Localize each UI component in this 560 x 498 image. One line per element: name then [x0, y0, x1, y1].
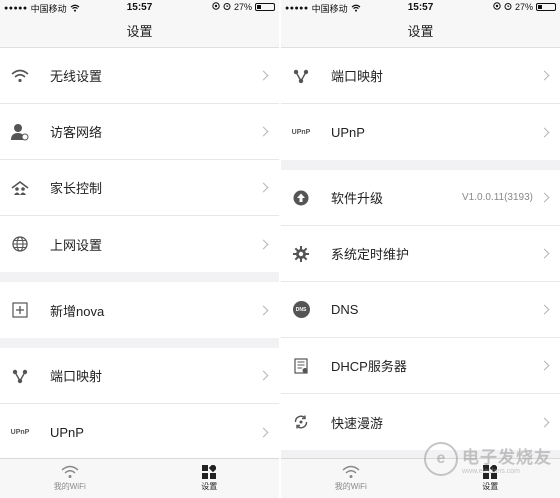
settings-row-add-nova[interactable]: 新增nova: [0, 282, 279, 338]
row-label: 软件升级: [331, 191, 384, 206]
settings-row-port-mapping[interactable]: 端口映射: [281, 48, 560, 104]
battery-percent: 27%: [233, 2, 252, 12]
settings-row-dns[interactable]: DNS DNS: [281, 282, 560, 338]
watermark-logo: e: [424, 442, 458, 476]
watermark: e 电子发烧友 www.elecfans.com: [424, 442, 552, 476]
settings-group: 端口映射 UPnP UPnP: [0, 348, 279, 460]
upnp-icon-text: UPnP: [10, 428, 30, 436]
row-label: UPnP: [50, 424, 84, 440]
settings-group: 软件升级 V1.0.0.11(3193) 系统定时维护 DNS DNS DHCP…: [281, 170, 560, 450]
chevron-right-icon: [258, 370, 269, 381]
dhcp-server-icon: [291, 356, 311, 376]
dns-icon-text: DNS: [295, 306, 307, 313]
watermark-url: www.elecfans.com: [462, 468, 520, 475]
right-phone-screen: ●●●●● 中国移动 15:57 27% 设置 端口映射 UPnP UPnP 软…: [281, 0, 560, 498]
settings-row-parental-control[interactable]: 家长控制: [0, 160, 279, 216]
chevron-right-icon: [258, 182, 269, 193]
parental-control-icon: [10, 178, 30, 198]
tab-label: 设置: [201, 482, 218, 491]
chevron-right-icon: [539, 248, 550, 259]
upnp-icon: UPnP: [10, 422, 30, 442]
dns-icon: DNS: [291, 300, 311, 320]
guest-user-icon: [10, 122, 30, 142]
chevron-right-icon: [539, 127, 550, 137]
battery-icon: [255, 3, 275, 11]
port-mapping-icon: [291, 66, 311, 86]
settings-row-dhcp-server[interactable]: DHCP服务器: [281, 338, 560, 394]
alarm-icon: [504, 2, 512, 12]
settings-row-software-upgrade[interactable]: 软件升级 V1.0.0.11(3193): [281, 170, 560, 226]
row-label: 上网设置: [50, 237, 103, 253]
page-title: 设置: [281, 16, 560, 48]
row-label: UPnP: [331, 124, 365, 140]
row-label: 端口映射: [331, 69, 384, 84]
settings-row-scheduled-maintenance[interactable]: 系统定时维护: [281, 226, 560, 282]
chevron-right-icon: [258, 427, 269, 437]
chevron-right-icon: [539, 417, 550, 427]
row-label: 无线设置: [50, 69, 103, 84]
tab-settings[interactable]: 设置: [140, 459, 280, 498]
add-box-icon: [10, 300, 30, 320]
status-bar: ●●●●● 中国移动 15:57 27%: [281, 0, 560, 16]
watermark-text: 电子发烧友: [462, 448, 552, 467]
chevron-right-icon: [258, 305, 269, 315]
chevron-right-icon: [539, 360, 550, 371]
wifi-tab-icon: [61, 465, 79, 478]
wifi-icon: [10, 66, 30, 86]
upnp-icon-text: UPnP: [291, 128, 311, 136]
chevron-right-icon: [539, 304, 550, 315]
location-icon: [493, 2, 501, 12]
gear-icon: [291, 244, 311, 264]
settings-row-port-mapping[interactable]: 端口映射: [0, 348, 279, 404]
tab-label: 设置: [482, 482, 499, 491]
settings-group: 无线设置 访客网络 家长控制 上网设置: [0, 48, 279, 272]
settings-row-guest-network[interactable]: 访客网络: [0, 104, 279, 160]
row-label: 访客网络: [50, 125, 103, 140]
battery-icon: [536, 3, 556, 11]
row-label: 家长控制: [50, 181, 103, 196]
wifi-tab-icon: [342, 465, 360, 478]
tab-my-wifi[interactable]: 我的WiFi: [0, 459, 140, 498]
row-label: 新增nova: [50, 303, 105, 319]
row-label: 快速漫游: [331, 415, 384, 431]
chevron-right-icon: [539, 192, 550, 203]
globe-icon: [10, 234, 30, 254]
alarm-icon: [223, 2, 231, 12]
battery-percent: 27%: [514, 2, 533, 12]
tab-my-wifi[interactable]: 我的WiFi: [281, 459, 421, 498]
page-title: 设置: [0, 16, 279, 48]
row-label: 端口映射: [50, 369, 103, 384]
status-bar: ●●●●● 中国移动 15:57 27%: [0, 0, 279, 16]
settings-row-upnp[interactable]: UPnP UPnP: [0, 404, 279, 460]
port-mapping-icon: [10, 366, 30, 386]
row-label: 系统定时维护: [331, 247, 410, 262]
chevron-right-icon: [258, 70, 269, 81]
upgrade-icon: [291, 188, 311, 208]
settings-grid-icon: [202, 465, 217, 479]
location-icon: [212, 2, 220, 12]
tab-label: 我的WiFi: [334, 482, 367, 491]
upnp-icon: UPnP: [291, 122, 311, 142]
settings-row-wireless[interactable]: 无线设置: [0, 48, 279, 104]
chevron-right-icon: [258, 239, 269, 249]
row-label: DNS: [331, 302, 359, 317]
row-label: DHCP服务器: [331, 359, 407, 374]
tab-bar: 我的WiFi 设置: [0, 458, 279, 498]
tab-label: 我的WiFi: [53, 482, 86, 491]
firmware-version: V1.0.0.11(3193): [462, 192, 533, 203]
settings-row-internet[interactable]: 上网设置: [0, 216, 279, 272]
chevron-right-icon: [258, 126, 269, 137]
settings-group: 端口映射 UPnP UPnP: [281, 48, 560, 160]
left-phone-screen: ●●●●● 中国移动 15:57 27% 设置 无线设置 访客网络 家长控制 上…: [0, 0, 279, 498]
settings-row-upnp[interactable]: UPnP UPnP: [281, 104, 560, 160]
chevron-right-icon: [539, 70, 550, 81]
settings-group: 新增nova: [0, 282, 279, 338]
fast-roaming-icon: [291, 412, 311, 432]
